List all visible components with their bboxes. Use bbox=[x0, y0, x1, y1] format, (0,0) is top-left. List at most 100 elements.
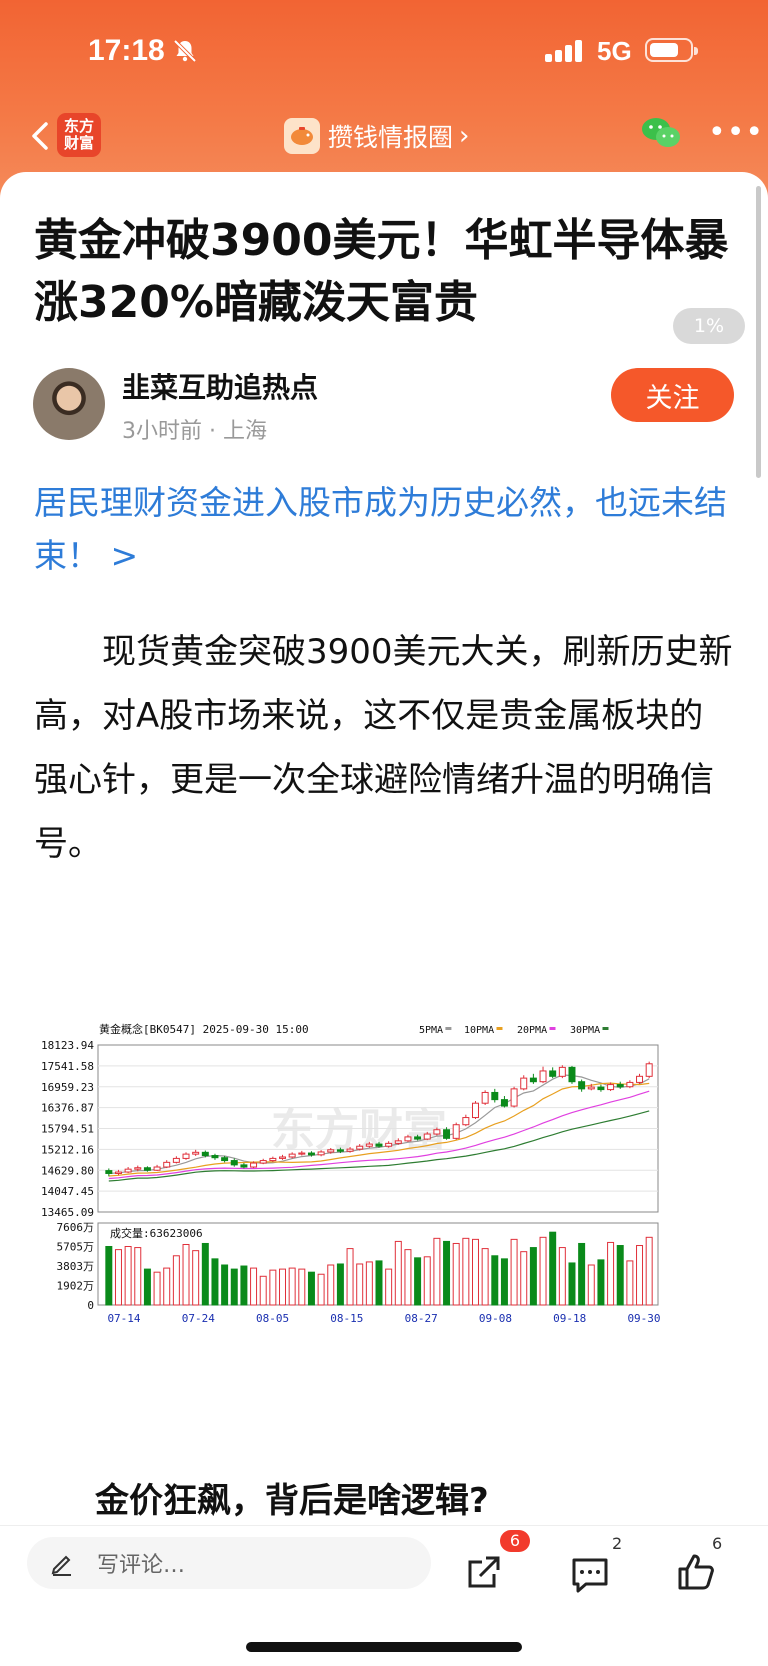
candle-body bbox=[259, 1160, 267, 1164]
volume-bar bbox=[510, 1238, 518, 1306]
candle-body bbox=[529, 1077, 537, 1083]
candle-body bbox=[317, 1151, 325, 1156]
channel-name: 攒钱情报圈 bbox=[328, 123, 454, 152]
chart-header: 黄金概念[BK0547] 2025-09-30 15:00 bbox=[99, 1022, 309, 1036]
date-tick-label: 08-27 bbox=[405, 1312, 438, 1325]
comment-placeholder: 写评论… bbox=[97, 1553, 186, 1578]
volume-bar bbox=[414, 1257, 422, 1306]
wechat-share-icon[interactable] bbox=[640, 115, 682, 151]
legend-swatch bbox=[445, 1027, 452, 1030]
price-tick-label: 16959.23 bbox=[41, 1081, 94, 1094]
volume-tick-label: 3803万 bbox=[57, 1260, 95, 1273]
candle-body bbox=[288, 1153, 296, 1158]
scrollbar[interactable] bbox=[756, 186, 761, 478]
candle-body bbox=[105, 1170, 113, 1174]
comment-input[interactable]: 写评论… bbox=[27, 1537, 431, 1589]
volume-bar bbox=[404, 1249, 412, 1306]
back-arrow-icon[interactable] bbox=[24, 119, 58, 153]
volume-bar bbox=[143, 1268, 151, 1306]
price-tick-label: 16376.87 bbox=[41, 1102, 94, 1115]
candle-body bbox=[385, 1142, 393, 1147]
candle-body bbox=[510, 1088, 518, 1107]
comment-icon[interactable] bbox=[570, 1554, 610, 1594]
candle-body bbox=[298, 1152, 306, 1155]
pen-icon bbox=[51, 1555, 71, 1576]
candle-body bbox=[500, 1099, 508, 1107]
date-tick-label: 09-18 bbox=[553, 1312, 586, 1325]
candle-body bbox=[452, 1124, 460, 1139]
network-type: 5G bbox=[597, 36, 632, 66]
candle-body bbox=[607, 1084, 615, 1091]
volume-bar bbox=[587, 1264, 595, 1306]
volume-bar bbox=[385, 1268, 393, 1306]
legend-swatch bbox=[496, 1027, 503, 1030]
volume-bar bbox=[163, 1267, 171, 1306]
candle-body bbox=[558, 1066, 566, 1077]
section-heading: 金价狂飙，背后是啥逻辑? bbox=[95, 1481, 489, 1521]
volume-bar bbox=[221, 1264, 229, 1306]
share-icon[interactable] bbox=[464, 1552, 504, 1592]
volume-bar bbox=[626, 1260, 634, 1306]
volume-bar bbox=[259, 1275, 267, 1306]
volume-bar bbox=[520, 1251, 528, 1306]
post-meta: 3小时前 · 上海 bbox=[122, 419, 267, 444]
candle-body bbox=[307, 1152, 315, 1156]
candle-body bbox=[365, 1143, 373, 1147]
volume-bar bbox=[394, 1240, 402, 1306]
volume-label: 成交量:63623006 bbox=[110, 1226, 203, 1240]
price-tick-label: 14047.45 bbox=[41, 1185, 94, 1198]
home-indicator bbox=[246, 1642, 522, 1652]
volume-bar bbox=[105, 1245, 113, 1306]
volume-bar bbox=[336, 1263, 344, 1306]
candle-body bbox=[172, 1157, 180, 1163]
candle-body bbox=[472, 1102, 479, 1119]
candle-body bbox=[143, 1167, 151, 1171]
volume-bar bbox=[298, 1268, 306, 1306]
read-progress-badge: 1% bbox=[673, 308, 745, 344]
channel-link[interactable]: 攒钱情报圈 › bbox=[284, 114, 469, 158]
more-menu-icon[interactable]: ••• bbox=[708, 118, 764, 148]
legend-label: 20PMA bbox=[517, 1025, 547, 1036]
candle-body bbox=[375, 1143, 383, 1147]
price-tick-label: 17541.58 bbox=[41, 1060, 94, 1073]
article-paragraph: 现货黄金突破3900美元大关，刷新历史新高，对A股市场来说，这不仅是贵金属板块的… bbox=[34, 632, 733, 864]
candle-body bbox=[250, 1162, 258, 1168]
volume-bar bbox=[481, 1248, 489, 1306]
promo-link[interactable]: 居民理财资金进入股市成为历史必然，也远未结束！ > bbox=[34, 476, 734, 582]
price-tick-label: 15212.16 bbox=[41, 1143, 94, 1156]
like-thumb-icon[interactable] bbox=[676, 1552, 716, 1592]
candle-body bbox=[597, 1086, 605, 1091]
volume-bar bbox=[230, 1268, 238, 1306]
author-avatar[interactable] bbox=[33, 368, 105, 440]
volume-bar bbox=[114, 1249, 122, 1306]
candle-body bbox=[327, 1149, 335, 1153]
author-name[interactable]: 韭菜互助追热点 bbox=[122, 366, 318, 406]
candle-body bbox=[240, 1164, 248, 1168]
candle-body bbox=[636, 1075, 644, 1083]
follow-button[interactable]: 关注 bbox=[611, 368, 734, 422]
candle-body bbox=[356, 1145, 364, 1150]
volume-bar bbox=[134, 1247, 142, 1306]
volume-bar bbox=[607, 1241, 615, 1306]
legend-label: 5PMA bbox=[419, 1025, 443, 1036]
candle-body bbox=[346, 1148, 354, 1152]
candle-body bbox=[491, 1091, 499, 1101]
volume-tick-label: 7606万 bbox=[57, 1221, 95, 1234]
price-tick-label: 14629.80 bbox=[41, 1164, 94, 1177]
volume-bar bbox=[317, 1273, 325, 1306]
volume-bar bbox=[558, 1247, 566, 1306]
volume-bar bbox=[636, 1245, 644, 1306]
volume-bar bbox=[269, 1269, 277, 1306]
article-title: 黄金冲破3900美元！华虹半导体暴涨320%暗藏泼天富贵 bbox=[34, 215, 729, 328]
volume-bar bbox=[472, 1238, 479, 1306]
candle-body bbox=[192, 1151, 200, 1155]
legend-label: 30PMA bbox=[570, 1025, 600, 1036]
app-logo[interactable]: 东方 财富 bbox=[57, 113, 101, 157]
like-count: 6 bbox=[712, 1534, 723, 1553]
candle-body bbox=[645, 1063, 653, 1077]
volume-bar bbox=[124, 1245, 132, 1306]
candle-body bbox=[201, 1151, 209, 1157]
candle-body bbox=[163, 1161, 171, 1168]
price-tick-label: 13465.09 bbox=[41, 1206, 94, 1219]
candle-body bbox=[336, 1149, 344, 1152]
